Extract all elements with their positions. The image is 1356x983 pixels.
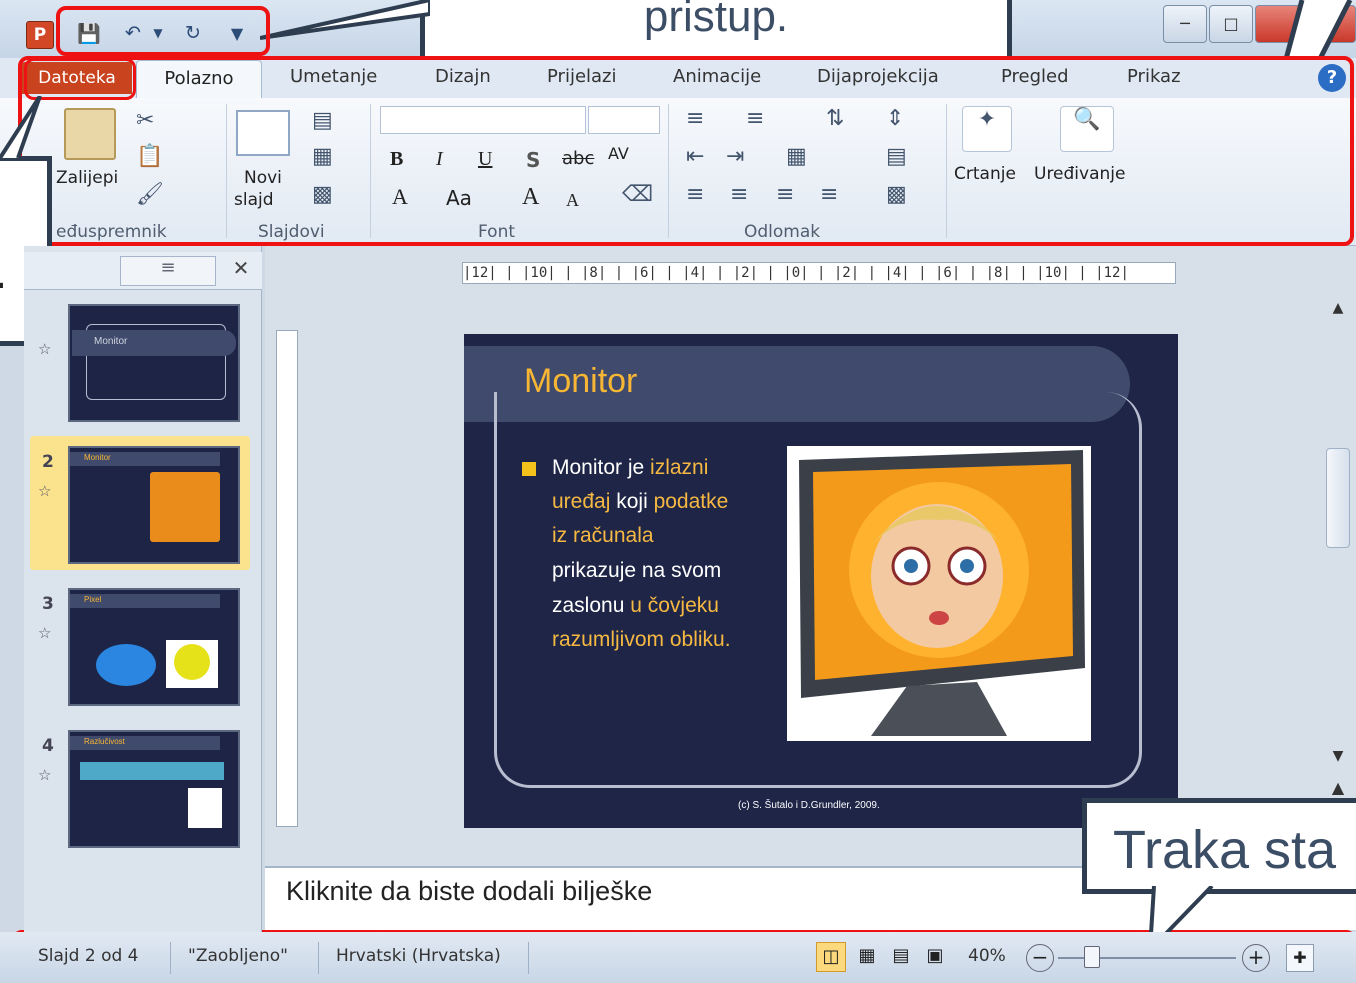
language-indicator[interactable]: Hrvatski (Hrvatska) bbox=[336, 946, 501, 966]
slides-pane-header: ≡ ✕ bbox=[24, 252, 262, 290]
highlight-ribbon bbox=[18, 56, 1354, 246]
slideshow-view-icon[interactable]: ▣ bbox=[920, 942, 950, 972]
bullet-line-4[interactable]: prikazuje na svom bbox=[552, 559, 721, 583]
scroll-up-icon[interactable]: ▲ bbox=[1326, 300, 1350, 326]
slide-indicator: Slajd 2 od 4 bbox=[38, 946, 139, 966]
vertical-scrollbar[interactable]: ▲ ▼ ▲ bbox=[1324, 300, 1352, 830]
zoom-level[interactable]: 40% bbox=[968, 946, 1006, 966]
slide-footer: (c) S. Šutalo i D.Grundler, 2009. bbox=[738, 800, 880, 811]
animation-star-icon-2: ☆ bbox=[38, 482, 52, 500]
slide-sorter-icon[interactable]: ▦ bbox=[852, 942, 882, 972]
thumbnail-slide-1[interactable]: Monitor bbox=[68, 304, 240, 422]
callout-left-text: . bbox=[0, 245, 7, 300]
scroll-down-icon[interactable]: ▼ bbox=[1326, 748, 1350, 774]
callout-quick-access-text: pristup. bbox=[643, 0, 789, 41]
vertical-ruler bbox=[276, 330, 298, 827]
callout-pointer-left bbox=[0, 96, 42, 158]
horizontal-ruler: |12| | |10| | |8| | |6| | |4| | |2| | |0… bbox=[462, 262, 1176, 284]
slide-title[interactable]: Monitor bbox=[524, 362, 637, 401]
bullet-line-5[interactable]: zaslonu u čovjeku bbox=[552, 594, 719, 618]
animation-star-icon-1: ☆ bbox=[38, 340, 52, 358]
bullet-line-3[interactable]: iz računala bbox=[552, 524, 654, 548]
theme-name[interactable]: "Zaobljeno" bbox=[188, 946, 288, 966]
animation-star-icon-3: ☆ bbox=[38, 624, 52, 642]
scroll-thumb[interactable] bbox=[1326, 448, 1350, 548]
outline-tab-icon[interactable]: ≡ bbox=[120, 256, 216, 286]
thumbnail-slide-2[interactable]: Monitor bbox=[68, 446, 240, 564]
bullet-line-1[interactable]: Monitor je izlazni bbox=[552, 456, 708, 480]
fit-to-window-icon[interactable]: ✚ bbox=[1286, 944, 1314, 972]
minimize-icon[interactable]: ─ bbox=[1163, 5, 1207, 43]
thumbnail-slide-3[interactable]: Pixel bbox=[68, 588, 240, 706]
callout-quick-access: pristup. bbox=[420, 0, 1012, 62]
bullet-line-6[interactable]: razumljivom obliku. bbox=[552, 628, 731, 652]
slide-number-4: 4 bbox=[42, 736, 54, 756]
zoom-slider-thumb[interactable] bbox=[1084, 946, 1100, 968]
slide-number-2: 2 bbox=[42, 452, 54, 472]
callout-statusbar: Traka sta bbox=[1082, 798, 1356, 894]
zoom-out-icon[interactable]: − bbox=[1026, 944, 1054, 972]
thumbnail-slide-4[interactable]: Razlučivost bbox=[68, 730, 240, 848]
bullet-line-2[interactable]: uređaj koji podatke bbox=[552, 490, 728, 514]
bullet-icon bbox=[522, 462, 536, 476]
highlight-file-tab bbox=[24, 58, 136, 100]
close-pane-icon[interactable]: ✕ bbox=[228, 256, 254, 286]
monitor-picture[interactable] bbox=[787, 446, 1091, 741]
callout-statusbar-text: Traka sta bbox=[1113, 820, 1337, 880]
slide-number-3: 3 bbox=[42, 594, 54, 614]
normal-view-icon[interactable]: ◫ bbox=[816, 942, 846, 972]
zoom-in-icon[interactable]: + bbox=[1242, 944, 1270, 972]
reading-view-icon[interactable]: ▤ bbox=[886, 942, 916, 972]
callout-pointer-quick bbox=[260, 0, 430, 40]
highlight-quick-access bbox=[56, 6, 270, 56]
powerpoint-icon[interactable]: P bbox=[26, 21, 54, 49]
animation-star-icon-4: ☆ bbox=[38, 766, 52, 784]
notes-placeholder[interactable]: Kliknite da biste dodali bilješke bbox=[286, 876, 652, 907]
